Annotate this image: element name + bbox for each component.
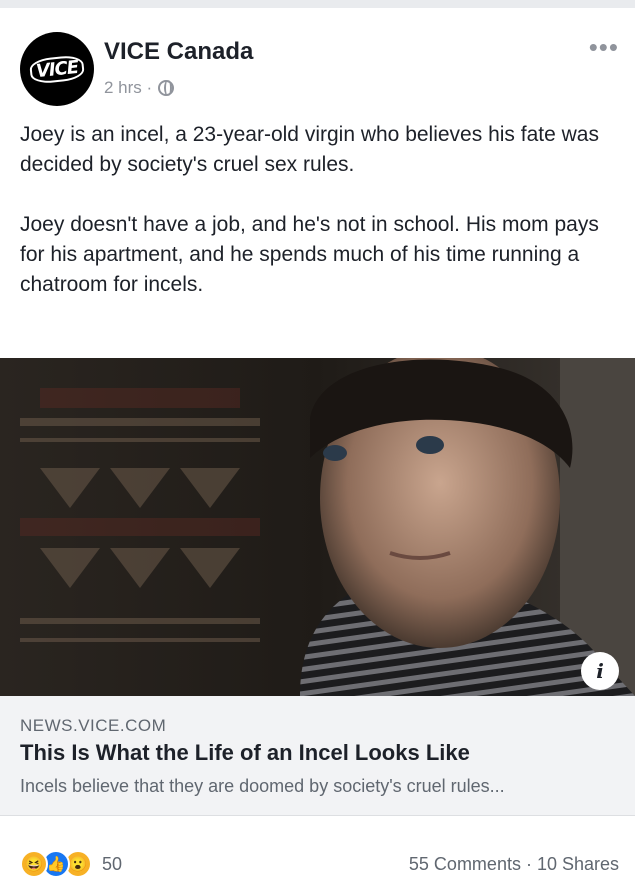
comments-shares-count[interactable]: 55 Comments · 10 Shares — [409, 854, 619, 875]
page-name-link[interactable]: VICE Canada — [104, 38, 253, 66]
post-header: VICE VICE Canada 2 hrs · ••• — [16, 20, 619, 120]
link-preview-box[interactable]: NEWS.VICE.COM This Is What the Life of a… — [0, 696, 635, 816]
post-footer: 😆 👍 😮 50 55 Comments · 10 Shares — [0, 816, 635, 882]
post-timestamp[interactable]: 2 hrs · — [104, 78, 152, 98]
link-preview-image[interactable]: i — [0, 358, 635, 696]
info-button[interactable]: i — [581, 652, 619, 690]
post-card: VICE VICE Canada 2 hrs · ••• Joey is an … — [0, 8, 635, 882]
page-avatar[interactable]: VICE — [20, 32, 94, 106]
reaction-count: 50 — [102, 853, 123, 874]
globe-icon — [158, 80, 175, 96]
link-domain: NEWS.VICE.COM — [20, 716, 167, 735]
link-title[interactable]: This Is What the Life of an Incel Looks … — [20, 740, 470, 766]
more-options-button[interactable]: ••• — [589, 34, 619, 60]
post-text: Joey is an incel, a 23-year-old virgin w… — [20, 120, 615, 300]
post-paragraph-1: Joey is an incel, a 23-year-old virgin w… — [20, 123, 599, 176]
haha-icon: 😆 — [20, 850, 48, 878]
link-description: Incels believe that they are doomed by s… — [20, 776, 505, 796]
avatar-logo: VICE — [28, 53, 86, 85]
post-paragraph-2: Joey doesn't have a job, and he's not in… — [20, 213, 599, 296]
portrait-photo — [0, 358, 635, 696]
reactions-summary[interactable]: 😆 👍 😮 50 — [20, 850, 122, 878]
post-meta: 2 hrs · — [104, 78, 175, 98]
